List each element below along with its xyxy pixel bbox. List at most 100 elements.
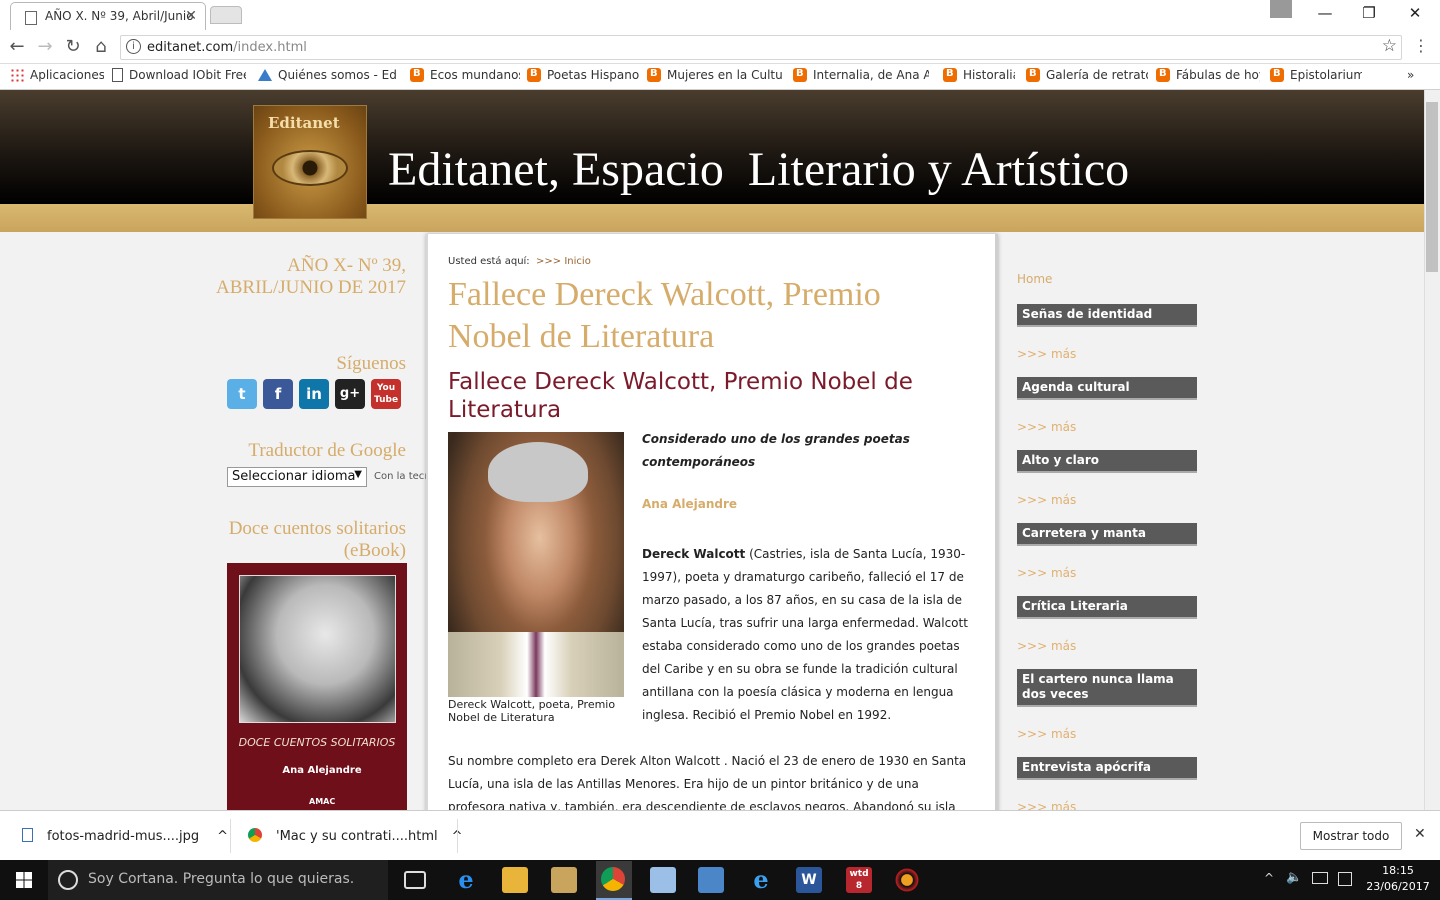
profile-icon[interactable] — [1258, 0, 1304, 28]
home-link[interactable]: Home — [1017, 272, 1052, 286]
task-view-icon[interactable] — [404, 871, 426, 889]
chevron-up-icon[interactable]: ^ — [217, 829, 228, 844]
bookmark-item[interactable]: Download IObit Freew — [112, 68, 246, 82]
logo-text: Editanet — [268, 114, 340, 132]
chrome-icon — [601, 867, 625, 891]
close-tab-icon[interactable]: ✕ — [185, 8, 197, 24]
reload-icon[interactable]: ↻ — [62, 36, 84, 57]
main-content: Usted está aquí: >>> Inicio Fallece Dere… — [426, 234, 998, 810]
show-all-button[interactable]: Mostrar todo — [1300, 822, 1402, 850]
word-icon[interactable]: W — [796, 867, 822, 893]
taskbar-clock[interactable]: 18:15 23/06/2017 — [1366, 863, 1430, 895]
edge-icon[interactable]: e — [453, 867, 479, 893]
blogger-icon — [1026, 68, 1040, 82]
blogger-icon — [527, 68, 541, 82]
clock-time: 18:15 — [1382, 864, 1414, 877]
tab-title: AÑO X. Nº 39, Abril/Junio — [45, 9, 194, 23]
book-heading: Doce cuentos solitarios (eBook) — [228, 518, 406, 561]
close-downloads-icon[interactable]: ✕ — [1414, 826, 1426, 842]
scrollbar-thumb[interactable] — [1426, 102, 1438, 272]
breadcrumb-link[interactable]: >>> Inicio — [536, 256, 591, 267]
site-logo[interactable]: Editanet — [253, 105, 367, 219]
facebook-icon[interactable]: f — [263, 379, 293, 409]
article-title: Fallece Dereck Walcott, Premio Nobel de … — [448, 276, 881, 355]
bookmark-item[interactable]: Galería de retratos — [1026, 68, 1148, 82]
web-page: Editanet Editanet, Espacio Literario y A… — [0, 90, 1424, 810]
more-link[interactable]: >>> más — [1017, 347, 1076, 361]
more-link[interactable]: >>> más — [1017, 800, 1076, 810]
more-link[interactable]: >>> más — [1017, 493, 1076, 507]
home-icon[interactable]: ⌂ — [90, 36, 112, 57]
section-entrevista-apocrifa[interactable]: Entrevista apócrifa — [1017, 757, 1197, 780]
close-window-button[interactable]: ✕ — [1392, 0, 1438, 28]
section-el-cartero[interactable]: El cartero nunca llama dos veces — [1017, 669, 1197, 707]
article-subtitle: Fallece Dereck Walcott, Premio Nobel de … — [448, 369, 913, 423]
new-tab-button[interactable] — [210, 6, 242, 24]
article-author[interactable]: Ana Alejandre — [642, 497, 737, 511]
bookmark-apps[interactable]: Aplicaciones — [10, 68, 104, 82]
cortana-icon — [58, 870, 78, 890]
chevron-up-icon[interactable]: ^ — [1264, 871, 1274, 885]
windows-start-icon[interactable] — [16, 872, 32, 888]
section-critica-literaria[interactable]: Crítica Literaria — [1017, 596, 1197, 619]
bookmark-item[interactable]: Poetas Hispanos — [527, 68, 639, 82]
cortana-search[interactable]: Soy Cortana. Pregunta lo que quieras. — [48, 860, 388, 900]
section-alto-y-claro[interactable]: Alto y claro — [1017, 450, 1197, 473]
app-icon[interactable] — [894, 867, 920, 893]
maximize-button[interactable]: ❐ — [1346, 0, 1392, 28]
app-icon[interactable] — [698, 867, 724, 893]
chrome-icon — [248, 828, 262, 842]
googleplus-icon[interactable]: g+ — [335, 379, 365, 409]
article-paragraph: Su nombre completo era Derek Alton Walco… — [448, 754, 967, 810]
breadcrumb: Usted está aquí: >>> Inicio — [448, 256, 591, 267]
more-link[interactable]: >>> más — [1017, 420, 1076, 434]
cortana-placeholder: Soy Cortana. Pregunta lo que quieras. — [88, 871, 355, 887]
download-item[interactable]: fotos-madrid-mus....jpg ^ — [22, 828, 228, 844]
section-carretera-y-manta[interactable]: Carretera y manta — [1017, 523, 1197, 546]
linkedin-icon[interactable]: in — [299, 379, 329, 409]
menu-icon[interactable]: ⋮ — [1410, 36, 1432, 55]
bookmark-item[interactable]: Fábulas de hoy — [1156, 68, 1260, 82]
bookmark-label: Internalia, de Ana Alej — [813, 68, 929, 82]
star-icon[interactable]: ☆ — [1382, 36, 1397, 56]
blogger-icon — [410, 68, 424, 82]
chevron-down-icon: ▼ — [354, 469, 362, 480]
browser-tab[interactable]: AÑO X. Nº 39, Abril/Junio ✕ — [10, 2, 206, 30]
language-select-value: Seleccionar idioma — [232, 469, 356, 484]
more-link[interactable]: >>> más — [1017, 639, 1076, 653]
url-input[interactable]: i editanet.com/index.html ☆ — [120, 35, 1402, 60]
bookmark-item[interactable]: Mujeres en la Cultura — [647, 68, 783, 82]
more-bookmarks-button[interactable]: » — [1407, 68, 1423, 82]
bookmark-label: Aplicaciones — [30, 68, 104, 82]
blogger-icon — [793, 68, 807, 82]
book-cover[interactable]: DOCE CUENTOS SOLITARIOS Ana Alejandre AM… — [227, 563, 407, 810]
language-select[interactable]: Seleccionar idioma ▼ — [227, 467, 367, 487]
volume-icon[interactable]: 🔈 — [1286, 870, 1302, 885]
photo-suit — [448, 632, 624, 697]
page-icon — [112, 68, 123, 82]
network-icon[interactable] — [1312, 872, 1328, 884]
bookmark-item[interactable]: Historalia — [943, 68, 1015, 82]
mail-app-icon[interactable] — [551, 867, 577, 893]
photos-icon[interactable] — [650, 867, 676, 893]
book-cover-title: DOCE CUENTOS SOLITARIOS — [238, 736, 396, 749]
notifications-icon[interactable] — [1338, 872, 1352, 886]
section-agenda-cultural[interactable]: Agenda cultural — [1017, 377, 1197, 400]
forward-icon[interactable]: → — [34, 36, 56, 57]
youtube-icon[interactable]: You Tube — [371, 379, 401, 409]
bookmark-item[interactable]: Quiénes somos - Edit — [258, 68, 398, 82]
bookmark-item[interactable]: Epistolarium — [1270, 68, 1362, 82]
back-icon[interactable]: ← — [6, 36, 28, 57]
more-link[interactable]: >>> más — [1017, 566, 1076, 580]
minimize-button[interactable]: — — [1302, 0, 1348, 28]
twitter-icon[interactable]: t — [227, 379, 257, 409]
section-senas-de-identidad[interactable]: Señas de identidad — [1017, 304, 1197, 327]
info-icon[interactable]: i — [126, 39, 141, 54]
wtd-app-icon[interactable]: wtd 8 — [846, 867, 872, 893]
internet-explorer-icon[interactable]: e — [748, 867, 774, 893]
more-link[interactable]: >>> más — [1017, 727, 1076, 741]
bookmark-item[interactable]: Ecos mundanos — [410, 68, 520, 82]
bookmark-item[interactable]: Internalia, de Ana Alej — [793, 68, 929, 82]
file-explorer-icon[interactable] — [502, 867, 528, 893]
download-item[interactable]: 'Mac y su contrati....html^ — [248, 828, 463, 844]
